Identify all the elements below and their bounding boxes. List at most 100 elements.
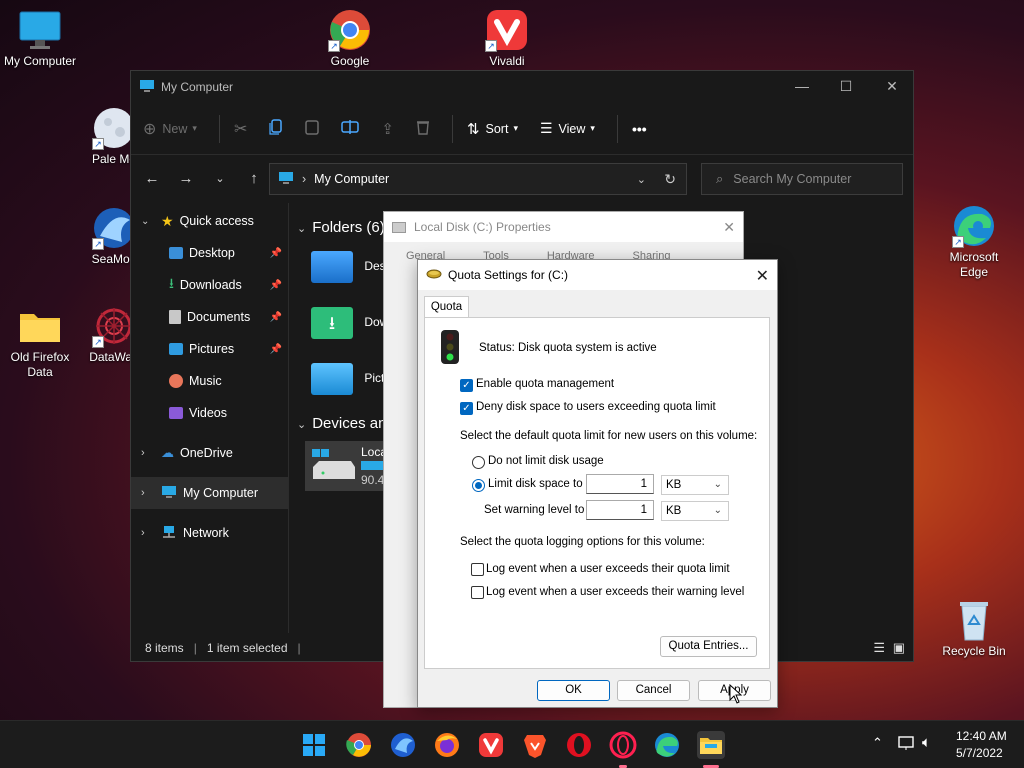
- minimize-button[interactable]: —: [779, 71, 825, 101]
- paste-button[interactable]: [305, 119, 320, 138]
- quota-settings-dialog[interactable]: Quota Settings for (C:) ✕ Quota Status: …: [417, 259, 778, 708]
- desktop-icon-recycle-bin[interactable]: Recycle Bin: [934, 598, 1014, 659]
- desktop-icon-microsoft-edge[interactable]: ↗ Microsoft Edge: [934, 204, 1014, 280]
- taskbar-vivaldi-button[interactable]: [477, 731, 505, 759]
- forward-button[interactable]: →: [169, 170, 203, 187]
- mouse-cursor-icon: [729, 683, 743, 707]
- share-button[interactable]: ⇪: [381, 120, 394, 138]
- pin-icon[interactable]: 📌: [270, 248, 282, 259]
- desktop-icon-my-computer[interactable]: My Computer: [0, 8, 80, 69]
- warning-level-label: Set warning level to: [484, 504, 585, 516]
- copy-button[interactable]: [269, 119, 283, 138]
- enable-quota-checkbox[interactable]: ✓: [460, 379, 473, 392]
- warning-value-field[interactable]: 1: [586, 500, 654, 520]
- desktop-icon-google[interactable]: ↗ Google: [310, 8, 390, 69]
- no-limit-radio[interactable]: [472, 456, 485, 469]
- clock-time[interactable]: 12:40 AM: [956, 729, 1007, 743]
- desktop-icon-old-firefox-data[interactable]: Old Firefox Data: [0, 304, 80, 380]
- sidebar-item-pictures[interactable]: Pictures 📌: [131, 333, 288, 365]
- search-input[interactable]: ⌕ Search My Computer: [701, 163, 903, 195]
- chevron-down-icon[interactable]: ⌄: [637, 173, 646, 186]
- pin-icon[interactable]: 📌: [270, 344, 282, 355]
- sidebar-item-music[interactable]: Music: [131, 365, 288, 397]
- close-button[interactable]: ✕: [869, 71, 915, 101]
- pin-icon[interactable]: 📌: [270, 280, 282, 291]
- folders-group-header[interactable]: ⌄ Folders (6): [297, 219, 385, 236]
- pin-icon[interactable]: 📌: [270, 312, 282, 323]
- up-button[interactable]: ↑: [237, 170, 271, 187]
- devices-group-header[interactable]: ⌄ Devices an: [297, 415, 386, 432]
- taskbar-opera-button[interactable]: [565, 731, 593, 759]
- log-warning-level-checkbox[interactable]: [471, 586, 484, 599]
- refresh-icon[interactable]: ↻: [664, 171, 676, 188]
- limit-value-field[interactable]: 1: [586, 474, 654, 494]
- start-button[interactable]: [300, 731, 328, 759]
- show-hidden-icons-button[interactable]: ⌃: [872, 735, 883, 751]
- quota-title-bar[interactable]: Quota Settings for (C:) ✕: [418, 260, 777, 290]
- sidebar-item-downloads[interactable]: ⭳ Downloads 📌: [131, 269, 288, 301]
- deny-space-checkbox[interactable]: ✓: [460, 402, 473, 415]
- address-bar[interactable]: › My Computer ⌄ ↻: [269, 163, 687, 195]
- warning-unit-select[interactable]: KB ⌄: [661, 501, 729, 521]
- volume-icon[interactable]: 🔈︎: [922, 734, 931, 751]
- log-quota-limit-checkbox[interactable]: [471, 563, 484, 576]
- limit-unit-select[interactable]: KB ⌄: [661, 475, 729, 495]
- folder-item-pictures[interactable]: Pictu: [311, 363, 391, 395]
- limit-disk-label: Limit disk space to: [488, 478, 583, 490]
- clock-date[interactable]: 5/7/2022: [956, 746, 1003, 760]
- ok-button[interactable]: OK: [537, 680, 610, 701]
- cancel-button[interactable]: Cancel: [617, 680, 690, 701]
- desktop-icon-vivaldi[interactable]: ↗ Vivaldi: [467, 8, 547, 69]
- edge-icon: ↗: [952, 204, 996, 248]
- recent-locations-button[interactable]: ⌄: [203, 172, 237, 185]
- folder-item-downloads[interactable]: ⭳ Dow: [311, 307, 388, 339]
- taskbar-firefox-button[interactable]: [433, 731, 461, 759]
- tiles-view-icon[interactable]: ▣: [893, 640, 905, 656]
- sidebar-item-documents[interactable]: Documents 📌: [131, 301, 288, 333]
- tab-quota[interactable]: Quota: [424, 296, 469, 318]
- properties-title-bar[interactable]: Local Disk (C:) Properties ✕: [384, 212, 743, 242]
- taskbar-opera-gx-button[interactable]: [609, 731, 637, 768]
- taskbar-waterfox-button[interactable]: [389, 731, 417, 759]
- chevron-down-icon: ⌄: [297, 223, 307, 235]
- back-button[interactable]: ←: [135, 170, 169, 187]
- sidebar-item-quick-access[interactable]: ⌄ ★ Quick access: [131, 205, 288, 237]
- taskbar-file-explorer-button[interactable]: [697, 731, 725, 768]
- cut-button[interactable]: ✂: [234, 119, 247, 139]
- search-icon: ⌕: [716, 171, 724, 186]
- sidebar-item-my-computer[interactable]: › My Computer: [131, 477, 288, 509]
- sidebar-item-videos[interactable]: Videos: [131, 397, 288, 429]
- desktop-folder-icon: [311, 251, 353, 283]
- cloud-icon: ☁: [161, 445, 174, 460]
- sidebar-item-label: Videos: [189, 406, 227, 420]
- maximize-button[interactable]: ☐: [823, 71, 869, 101]
- details-view-icon[interactable]: ☰: [873, 640, 885, 656]
- sort-button[interactable]: ⇅ Sort ▾: [467, 120, 518, 138]
- taskbar-brave-button[interactable]: [521, 731, 549, 759]
- status-divider: |: [297, 641, 301, 655]
- opera-icon: [567, 733, 591, 757]
- rename-button[interactable]: [341, 120, 360, 137]
- breadcrumb: My Computer: [314, 172, 390, 186]
- network-tray-icon[interactable]: [898, 735, 916, 754]
- sort-icon: ⇅: [466, 120, 480, 138]
- delete-button[interactable]: [416, 119, 430, 138]
- quota-entries-button[interactable]: Quota Entries...: [660, 636, 757, 657]
- more-options-button[interactable]: •••: [632, 121, 647, 137]
- view-button[interactable]: ☰ View ▾: [540, 120, 595, 137]
- taskbar-edge-button[interactable]: [653, 731, 681, 759]
- traffic-light-icon: [437, 330, 463, 367]
- document-icon: [169, 310, 181, 324]
- drive-item-local-disk[interactable]: Loca 90.4: [305, 441, 387, 491]
- sidebar-item-network[interactable]: › Network: [131, 517, 288, 549]
- sidebar-item-label: OneDrive: [180, 446, 233, 460]
- status-text: Disk quota system is active: [518, 342, 657, 354]
- folder-item-desktop[interactable]: Desk: [311, 251, 392, 283]
- sidebar-item-desktop[interactable]: Desktop 📌: [131, 237, 288, 269]
- limit-disk-radio[interactable]: [472, 479, 485, 492]
- sidebar-item-onedrive[interactable]: › ☁ OneDrive: [131, 437, 288, 469]
- new-button[interactable]: ⊕ New ▾: [143, 119, 197, 139]
- close-icon[interactable]: ✕: [723, 219, 735, 236]
- close-button[interactable]: ✕: [756, 266, 769, 286]
- taskbar-chrome-button[interactable]: [345, 731, 373, 759]
